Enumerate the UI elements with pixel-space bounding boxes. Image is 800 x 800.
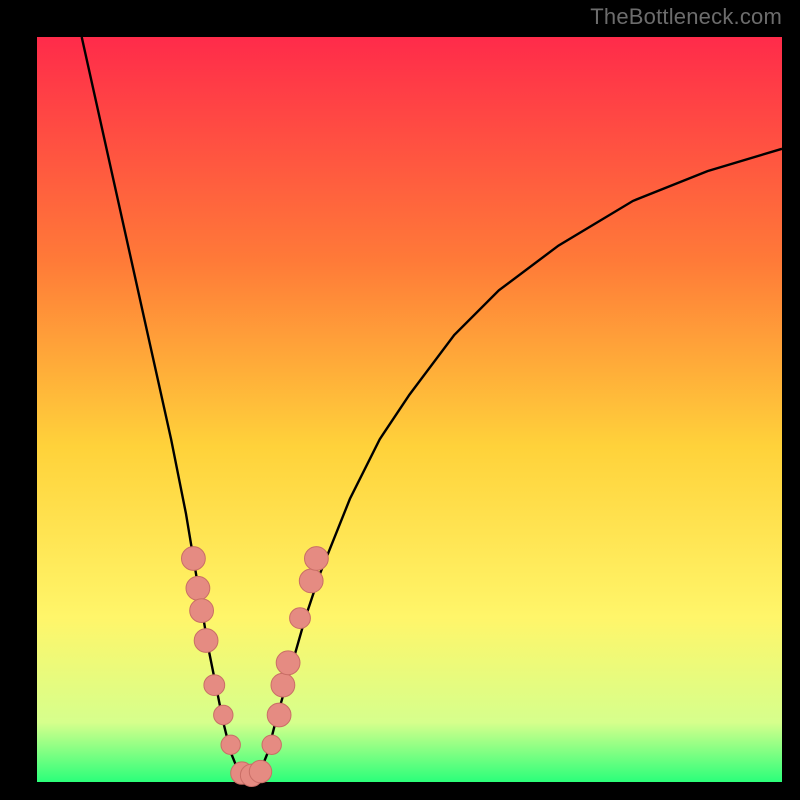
curve-marker: [276, 651, 300, 675]
curve-marker: [204, 675, 225, 696]
curve-marker: [267, 703, 291, 727]
curve-markers: [182, 547, 329, 787]
curve-marker: [290, 608, 311, 629]
curve-marker: [271, 673, 295, 697]
plot-area: [37, 37, 782, 782]
curve-marker: [194, 629, 218, 653]
curve-marker: [299, 569, 323, 593]
curve-marker: [214, 705, 233, 724]
curve-marker: [186, 576, 210, 600]
curve-marker: [221, 735, 240, 754]
curve-marker: [249, 760, 271, 782]
curve-marker: [182, 547, 206, 571]
curve-marker: [305, 547, 329, 571]
watermark-text: TheBottleneck.com: [590, 4, 782, 30]
curve-marker: [262, 735, 281, 754]
chart-stage: TheBottleneck.com: [0, 0, 800, 800]
bottleneck-curve: [82, 37, 782, 776]
chart-svg: [37, 37, 782, 782]
curve-marker: [190, 599, 214, 623]
